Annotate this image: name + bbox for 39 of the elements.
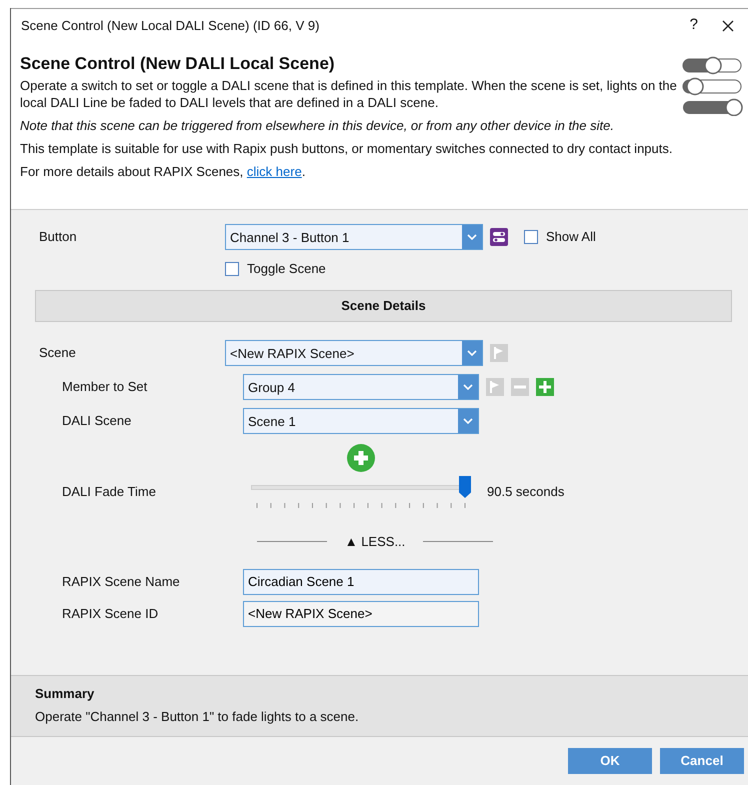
toggle-switches-drawing	[682, 56, 744, 116]
field-label: Member to Set	[61, 378, 148, 396]
caret-icon	[467, 234, 477, 240]
field-label: DALI Scene	[61, 412, 132, 430]
section-header: Scene Details	[35, 290, 732, 322]
caret-icon	[463, 384, 473, 390]
field-label: RAPIX Scene ID	[61, 604, 160, 623]
description-text: For more details about RAPIX Scenes, click here.	[20, 164, 306, 181]
less-toggle[interactable]: ▲ LESS...	[334, 532, 416, 552]
text-field[interactable]: <New RAPIX Scene>	[243, 600, 479, 626]
description-text: Operate a switch to set or toggle a DALI scene that is defined in this template. When the scene is set, lights on the local DALI Line be faded to DALI levels that are defined in a DALI scene.	[20, 78, 678, 112]
add-icon[interactable]	[347, 444, 375, 472]
field-label: DALI Fade Time	[61, 483, 157, 501]
plus-icon[interactable]	[536, 378, 554, 396]
dropdown[interactable]: Group 4	[243, 374, 479, 400]
caret-icon	[463, 418, 473, 424]
switch-icon[interactable]	[490, 228, 508, 246]
field-label: RAPIX Scene Name	[61, 572, 181, 591]
close-icon[interactable]	[722, 20, 734, 32]
summary-title: Summary	[35, 685, 94, 703]
description-text: Note that this scene can be triggered from elsewhere in this device, or from any other device in the site.	[20, 118, 614, 136]
button-dropdown[interactable]: Channel 3 - Button 1	[225, 224, 483, 250]
caret-icon	[467, 350, 477, 356]
field-label: Scene	[38, 344, 77, 362]
help-button[interactable]: ?	[690, 14, 698, 37]
dialog-heading: Scene Control (New DALI Local Scene)	[20, 54, 336, 74]
checkbox-label: Show All	[546, 228, 596, 246]
checkbox[interactable]	[524, 230, 538, 244]
window-title: Scene Control (New Local DALI Scene) (ID 66, V 9)	[21, 16, 320, 35]
dropdown[interactable]: <New RAPIX Scene>	[225, 340, 483, 366]
summary-text: Operate "Channel 3 - Button 1" to fade lights to a scene.	[35, 708, 359, 726]
checkbox[interactable]	[225, 262, 239, 276]
text-field[interactable]: Circadian Scene 1	[243, 568, 479, 594]
dropdown[interactable]: Scene 1	[243, 408, 479, 434]
field-label: Button	[38, 228, 78, 246]
description-text: This template is suitable for use with Rapix push buttons, or momentary switches connected to dry contact inputs.	[20, 141, 672, 158]
slider-value: 90.5 seconds	[487, 483, 564, 501]
link[interactable]: click here	[246, 164, 302, 179]
checkbox-label: Toggle Scene	[247, 260, 326, 278]
